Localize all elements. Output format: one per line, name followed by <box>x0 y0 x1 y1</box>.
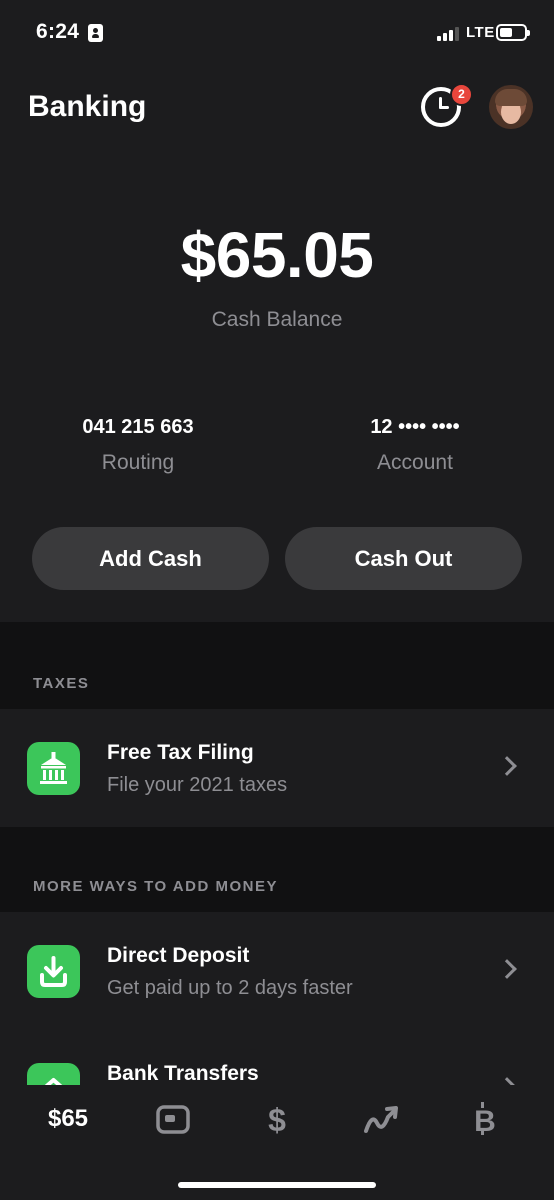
routing-label: Routing <box>101 451 175 474</box>
row-title: Bank Transfers <box>107 1062 259 1085</box>
routing-number: 041 215 663 <box>82 416 194 438</box>
battery-icon <box>496 24 530 41</box>
row-title: Free Tax Filing <box>107 741 254 764</box>
row-subtitle: File your 2021 taxes <box>107 774 288 796</box>
add-cash-button[interactable]: Add Cash <box>32 527 269 590</box>
page-title: Banking <box>28 90 147 123</box>
home-indicator[interactable] <box>178 1182 376 1188</box>
banking-screen: 6:24 LTE Banking 2 $65.05 Cash Balance 0… <box>0 0 554 1200</box>
status-time: 6:24 <box>36 20 80 43</box>
bank-building-icon <box>27 742 80 795</box>
account-label: Account <box>377 451 453 474</box>
svg-text:B: B <box>474 1105 496 1138</box>
chevron-right-icon <box>497 756 517 776</box>
svg-text:$: $ <box>268 1102 286 1138</box>
chevron-right-icon <box>497 959 517 979</box>
notification-badge: 2 <box>450 83 473 106</box>
profile-avatar[interactable] <box>489 85 533 129</box>
cellular-signal-icon <box>437 27 461 41</box>
investing-chart-icon[interactable] <box>336 1103 426 1173</box>
cash-out-button[interactable]: Cash Out <box>285 527 522 590</box>
bitcoin-icon[interactable]: B <box>440 1099 530 1169</box>
row-title: Direct Deposit <box>107 944 250 967</box>
tab-balance[interactable]: $65 <box>23 1105 113 1175</box>
card-icon[interactable] <box>128 1103 218 1173</box>
direct-deposit-row[interactable]: Direct Deposit Get paid up to 2 days fas… <box>0 912 554 1030</box>
dollar-icon[interactable]: $ <box>232 1099 322 1169</box>
routing-info[interactable]: 041 215 663 Routing <box>28 416 248 475</box>
more-ways-section-label: MORE WAYS TO ADD MONEY <box>33 878 278 895</box>
contact-card-icon <box>88 24 103 42</box>
cash-balance-amount: $65.05 <box>180 219 374 291</box>
section-divider <box>0 622 554 709</box>
taxes-section-label: TAXES <box>33 675 90 692</box>
network-type: LTE <box>466 24 495 41</box>
free-tax-filing-row[interactable]: Free Tax Filing File your 2021 taxes <box>0 709 554 827</box>
cash-balance-label: Cash Balance <box>211 308 343 331</box>
row-subtitle: Get paid up to 2 days faster <box>107 977 353 999</box>
account-info[interactable]: 12 •••• •••• Account <box>305 416 525 475</box>
section-divider <box>0 827 554 912</box>
account-number: 12 •••• •••• <box>370 416 460 438</box>
download-tray-icon <box>27 945 80 998</box>
status-bar: 6:24 LTE <box>0 0 554 66</box>
